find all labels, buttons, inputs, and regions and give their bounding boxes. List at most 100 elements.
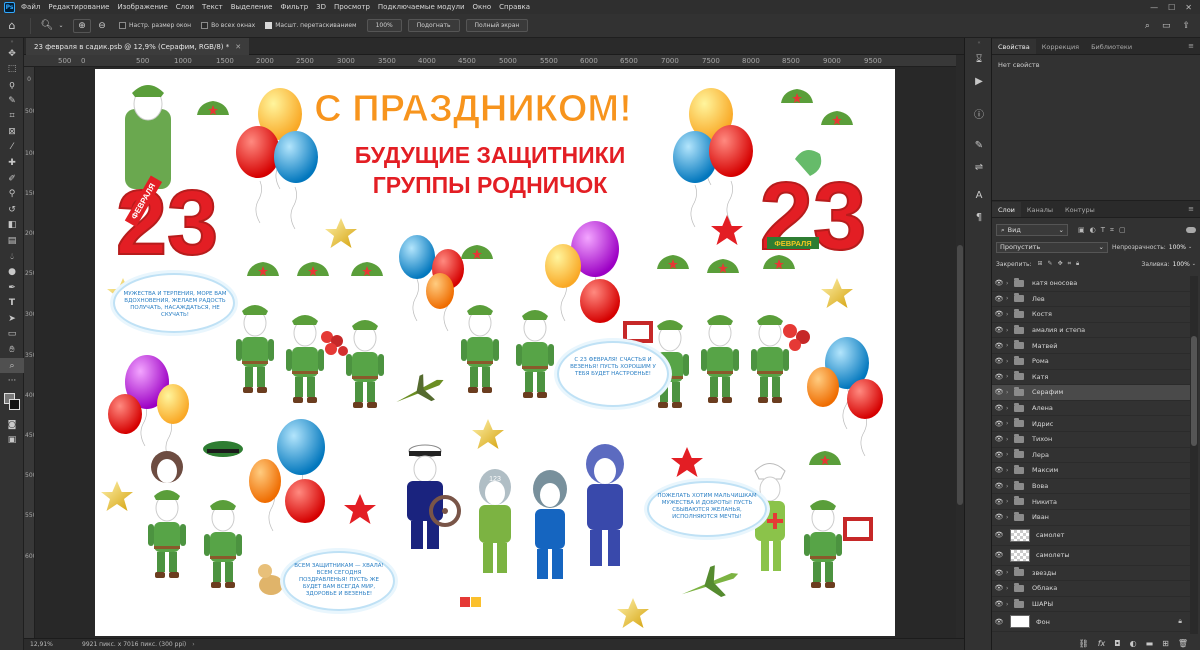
- eye-icon[interactable]: 👁︎: [992, 279, 1006, 287]
- chevron-down-icon[interactable]: ⌄: [1192, 261, 1196, 267]
- scrollbar-thumb[interactable]: [957, 245, 963, 505]
- menu-3d[interactable]: 3D: [316, 3, 326, 11]
- tab-libraries[interactable]: Библиотеки: [1085, 39, 1138, 54]
- toolbar-grip-icon[interactable]: »: [0, 38, 24, 46]
- canvas-area[interactable]: С ПРАЗДНИКОМ! БУДУЩИЕ ЗАЩИТНИКИ ГРУППЫ Р…: [35, 67, 956, 638]
- chevron-right-icon[interactable]: ›: [1006, 373, 1014, 380]
- hand-tool-icon[interactable]: ✋︎: [0, 342, 24, 358]
- opacity-value[interactable]: 100%: [1169, 244, 1186, 251]
- eye-icon[interactable]: 👁︎: [992, 600, 1006, 608]
- character-panel-icon[interactable]: A: [965, 184, 993, 206]
- tab-channels[interactable]: Каналы: [1021, 202, 1059, 217]
- layer-row[interactable]: 👁︎ › Костя: [992, 307, 1190, 323]
- blend-mode-select[interactable]: Пропустить ⌄: [996, 241, 1108, 253]
- eye-icon[interactable]: 👁︎: [992, 373, 1006, 381]
- fill-value[interactable]: 100%: [1173, 261, 1190, 268]
- background-color-swatch[interactable]: [9, 399, 20, 411]
- panel-menu-icon[interactable]: ≡: [1182, 205, 1200, 217]
- home-icon[interactable]: ⌂: [0, 19, 24, 32]
- eye-icon[interactable]: 👁︎: [992, 513, 1006, 521]
- screen-mode-icon[interactable]: ▣: [0, 433, 24, 449]
- eye-icon[interactable]: 👁︎: [992, 618, 1006, 626]
- menu-file[interactable]: Файл: [21, 3, 40, 11]
- rectangle-tool-icon[interactable]: ▭: [0, 327, 24, 343]
- menu-help[interactable]: Справка: [499, 3, 530, 11]
- menu-view[interactable]: Просмотр: [334, 3, 370, 11]
- workspace-icon[interactable]: ▭: [1162, 21, 1171, 31]
- zoom-out-icon[interactable]: ⊖: [93, 21, 111, 31]
- minimize-icon[interactable]: —: [1150, 3, 1158, 12]
- chevron-right-icon[interactable]: ›: [1006, 280, 1014, 287]
- eye-icon[interactable]: 👁︎: [992, 466, 1006, 474]
- search-icon[interactable]: ⌕: [1145, 21, 1150, 31]
- close-icon[interactable]: ✕: [1185, 3, 1192, 12]
- color-swatches[interactable]: [0, 389, 23, 417]
- layer-style-icon[interactable]: fx: [1098, 639, 1106, 648]
- scrubby-zoom-checkbox[interactable]: [265, 22, 273, 29]
- zoom-value-field[interactable]: 100%: [366, 19, 402, 32]
- paragraph-panel-icon[interactable]: ¶: [965, 206, 993, 228]
- chevron-right-icon[interactable]: ›: [1006, 342, 1014, 349]
- layer-filter-icons[interactable]: ▣◐T⌗▢: [1078, 226, 1131, 235]
- quick-mask-icon[interactable]: ◙: [0, 417, 24, 433]
- photoshop-logo-icon[interactable]: Ps: [4, 1, 15, 13]
- chevron-right-icon[interactable]: ›: [1006, 483, 1014, 490]
- zoom-in-icon[interactable]: ⊕: [73, 18, 91, 33]
- tab-paths[interactable]: Контуры: [1059, 202, 1101, 217]
- eye-icon[interactable]: 👁︎: [992, 295, 1006, 303]
- collapse-icon[interactable]: «: [965, 38, 993, 48]
- layer-row[interactable]: 👁︎ › катя оносова: [992, 276, 1190, 292]
- layer-row[interactable]: 👁︎ самолеты: [992, 546, 1190, 566]
- eye-icon[interactable]: 👁︎: [992, 420, 1006, 428]
- adjustments-panel-icon[interactable]: ⇌: [965, 156, 993, 178]
- blur-tool-icon[interactable]: 💧︎: [0, 249, 24, 265]
- history-panel-icon[interactable]: ⌛︎: [965, 48, 993, 70]
- chevron-right-icon[interactable]: ›: [1006, 436, 1014, 443]
- eraser-tool-icon[interactable]: ◧: [0, 218, 24, 234]
- chevron-right-icon[interactable]: ›: [1006, 295, 1014, 302]
- quick-select-tool-icon[interactable]: ✎: [0, 93, 24, 109]
- panel-menu-icon[interactable]: ≡: [1182, 42, 1200, 54]
- crop-tool-icon[interactable]: ⌗: [0, 108, 24, 124]
- chevron-right-icon[interactable]: ›: [1006, 569, 1014, 576]
- info-panel-icon[interactable]: ⓘ: [965, 102, 993, 124]
- history-brush-tool-icon[interactable]: ↺: [0, 202, 24, 218]
- menu-window[interactable]: Окно: [473, 3, 492, 11]
- eye-icon[interactable]: 👁︎: [992, 310, 1006, 318]
- zoom-tool-preset-icon[interactable]: 🔍︎: [37, 20, 57, 31]
- eye-icon[interactable]: 👁︎: [992, 357, 1006, 365]
- menu-layers[interactable]: Слои: [176, 3, 194, 11]
- zoom-level[interactable]: 12,91%: [30, 641, 70, 648]
- eye-icon[interactable]: 👁︎: [992, 551, 1006, 559]
- all-windows-checkbox[interactable]: [201, 22, 209, 29]
- path-selection-tool-icon[interactable]: ➤: [0, 311, 24, 327]
- eye-icon[interactable]: 👁︎: [992, 482, 1006, 490]
- chevron-right-icon[interactable]: ›: [192, 641, 194, 648]
- eye-icon[interactable]: 👁︎: [992, 388, 1006, 396]
- menu-plugins[interactable]: Подключаемые модули: [378, 3, 465, 11]
- chevron-right-icon[interactable]: ›: [1006, 601, 1014, 608]
- layer-row[interactable]: 👁︎ самолет: [992, 526, 1190, 546]
- canvas-scrollbar[interactable]: [956, 55, 964, 638]
- menu-select[interactable]: Выделение: [231, 3, 273, 11]
- clone-stamp-tool-icon[interactable]: ⚲: [0, 186, 24, 202]
- menu-filter[interactable]: Фильтр: [280, 3, 308, 11]
- eye-icon[interactable]: 👁︎: [992, 342, 1006, 350]
- layer-row[interactable]: 👁︎ › Рома: [992, 354, 1190, 370]
- document-tab[interactable]: 23 февраля в садик.psb @ 12,9% (Серафим,…: [26, 38, 250, 55]
- dodge-tool-icon[interactable]: ●: [0, 264, 24, 280]
- eye-icon[interactable]: 👁︎: [992, 404, 1006, 412]
- eye-icon[interactable]: 👁︎: [992, 569, 1006, 577]
- chevron-down-icon[interactable]: ⌄: [1188, 244, 1192, 250]
- eye-icon[interactable]: 👁︎: [992, 584, 1006, 592]
- chevron-right-icon[interactable]: ›: [1006, 451, 1014, 458]
- chevron-right-icon[interactable]: ›: [1006, 389, 1014, 396]
- new-group-icon[interactable]: ▬: [1146, 639, 1154, 648]
- menu-edit[interactable]: Редактирование: [48, 3, 109, 11]
- layer-row[interactable]: 👁︎ › Никита: [992, 494, 1190, 510]
- eyedropper-tool-icon[interactable]: ⁄: [0, 140, 24, 156]
- fit-screen-button[interactable]: Подогнать: [407, 19, 460, 32]
- fill-screen-button[interactable]: Полный экран: [465, 19, 529, 32]
- adjustment-layer-icon[interactable]: ◐: [1130, 639, 1137, 648]
- resize-windows-checkbox[interactable]: [119, 22, 126, 29]
